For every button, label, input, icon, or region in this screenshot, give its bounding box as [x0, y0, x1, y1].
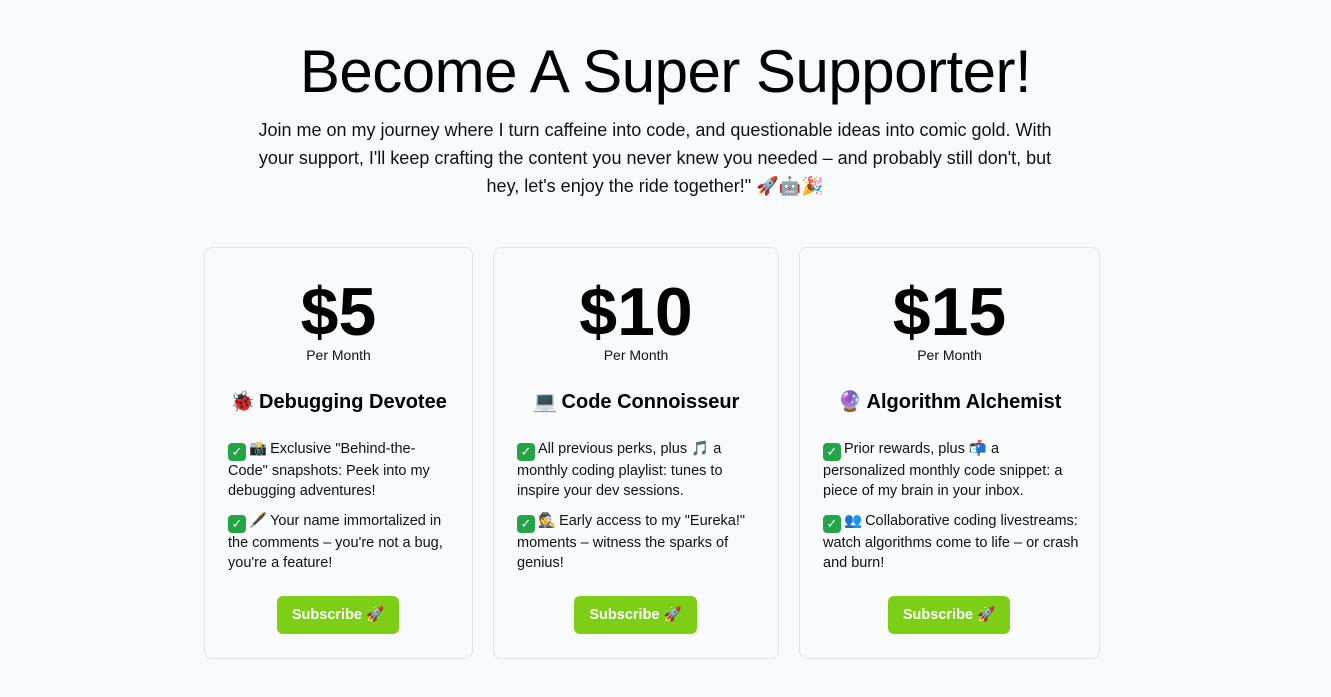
- detective-icon: 🕵️: [538, 513, 557, 529]
- tier-name-heading: 🔮 Algorithm Alchemist: [800, 388, 1099, 416]
- tier-period: Per Month: [306, 347, 371, 363]
- perk-item: ✓ 👥 Collaborative coding livestreams: watc…: [823, 511, 1079, 573]
- check-icon: ✓: [517, 443, 535, 461]
- tier-name-heading: 🐞 Debugging Devotee: [205, 388, 472, 416]
- subscribe-button[interactable]: Subscribe 🚀: [574, 596, 697, 634]
- perk-item: ✓ 🕵️ Early access to my "Eureka!" moments …: [517, 511, 758, 573]
- page-title: Become A Super Supporter!: [299, 38, 1032, 105]
- tier-card-debugging-devotee: $5 Per Month 🐞 Debugging Devotee ✓ 📸 Exclus…: [204, 247, 473, 659]
- perk-item: ✓ All previous perks, plus 🎵 a monthly co…: [517, 439, 758, 501]
- page-intro: Join me on my journey where I turn caffe…: [258, 120, 1052, 196]
- perk-text: All previous perks, plus 🎵 a monthly cod…: [517, 441, 723, 499]
- tier-name: Debugging Devotee: [259, 391, 447, 413]
- camera-icon: 📸: [249, 441, 268, 457]
- perk-item: ✓ 🖋️ Your name immortalized in the comment…: [228, 511, 452, 573]
- perk-item: ✓ Prior rewards, plus 📬 a personalized mo…: [823, 439, 1079, 501]
- check-icon: ✓: [823, 443, 841, 461]
- ladybug-icon: 🐞: [230, 391, 256, 413]
- tier-card-code-connoisseur: $10 Per Month 💻 Code Connoisseur ✓ All pre…: [493, 247, 779, 659]
- check-icon: ✓: [228, 515, 246, 533]
- people-icon: 👥: [844, 513, 863, 529]
- check-icon: ✓: [517, 515, 535, 533]
- subscribe-button[interactable]: Subscribe 🚀: [277, 596, 399, 634]
- tier-name: Code Connoisseur: [561, 391, 740, 413]
- tier-price: $15: [892, 274, 1007, 350]
- tier-card-algorithm-alchemist: $15 Per Month 🔮 Algorithm Alchemist ✓ Prio…: [799, 247, 1100, 659]
- tier-name-heading: 💻 Code Connoisseur: [494, 388, 778, 416]
- tier-name: Algorithm Alchemist: [866, 391, 1062, 413]
- tier-period: Per Month: [917, 347, 982, 363]
- check-icon: ✓: [228, 443, 246, 461]
- pricing-cards: $5 Per Month 🐞 Debugging Devotee ✓ 📸 Exclus…: [204, 247, 1104, 659]
- perk-text: Prior rewards, plus 📬 a personalized mon…: [823, 441, 1063, 499]
- tier-price: $10: [579, 274, 693, 350]
- supporter-page: Become A Super Supporter! Join me on my …: [0, 0, 1331, 697]
- pen-icon: 🖋️: [249, 513, 268, 529]
- perk-item: ✓ 📸 Exclusive "Behind-the-Code" snapshots:…: [228, 439, 452, 501]
- crystal-ball-icon: 🔮: [837, 391, 863, 413]
- laptop-icon: 💻: [532, 391, 558, 413]
- tier-price: $5: [300, 274, 377, 350]
- subscribe-button[interactable]: Subscribe 🚀: [888, 596, 1010, 634]
- tier-period: Per Month: [603, 347, 669, 363]
- check-icon: ✓: [823, 515, 841, 533]
